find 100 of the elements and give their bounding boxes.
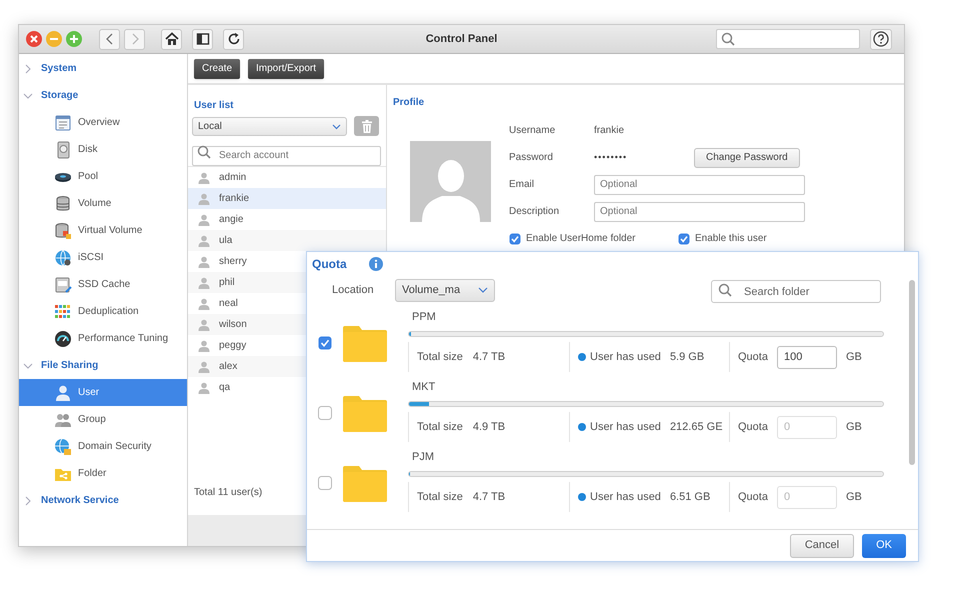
- stat-label: User has used: [590, 490, 661, 505]
- user-row[interactable]: admin: [188, 167, 386, 188]
- stat-label: Quota: [738, 420, 768, 435]
- sidebar-item[interactable]: Disk: [19, 136, 187, 163]
- window-title: Control Panel: [426, 32, 498, 47]
- change-password-button[interactable]: Change Password: [694, 148, 800, 168]
- ssd-icon: [54, 276, 72, 294]
- sidebar-item[interactable]: SSD Cache: [19, 271, 187, 298]
- unit-label: GB: [846, 420, 862, 435]
- dot-icon: [578, 353, 586, 361]
- user-row[interactable]: ula: [188, 230, 386, 251]
- folder-name: PPM: [411, 310, 437, 323]
- folder-icon: [343, 394, 387, 432]
- stat-label: Total size: [417, 350, 463, 365]
- gauge-icon: [54, 330, 72, 348]
- filter-dropdown[interactable]: Local: [192, 116, 347, 136]
- search-field[interactable]: Search account: [192, 146, 381, 166]
- checkbox-label: Enable UserHome folder: [526, 232, 636, 246]
- user-icon: [198, 256, 210, 268]
- total-count: Total 11 user(s): [193, 486, 264, 500]
- search-field[interactable]: [716, 29, 860, 49]
- search-field[interactable]: Search folder: [711, 280, 881, 303]
- folder-icon: [343, 464, 387, 502]
- chevron-down-icon: [478, 285, 488, 295]
- checkbox[interactable]: [318, 336, 332, 350]
- user-row[interactable]: qa: [188, 377, 386, 398]
- field-label: Description: [509, 205, 560, 219]
- user-icon: [198, 214, 210, 226]
- refresh-icon: [226, 32, 240, 46]
- color-grid-icon: [54, 302, 72, 320]
- toolbar-button[interactable]: Import/Export: [248, 58, 324, 78]
- ok-button[interactable]: OK: [862, 534, 906, 558]
- minimize-icon: [45, 30, 63, 48]
- user-icon: [198, 360, 210, 372]
- sidebar-item[interactable]: Group: [19, 406, 187, 433]
- sidebar-item[interactable]: Virtual Volume: [19, 217, 187, 244]
- search-icon: [718, 282, 733, 298]
- stat-value: 5.9 GB: [670, 350, 704, 365]
- home-button[interactable]: [161, 28, 182, 50]
- user-icon: [198, 340, 210, 352]
- chevron-down-icon: [23, 90, 33, 100]
- overview-icon: [54, 114, 72, 132]
- maximize-icon: [65, 30, 83, 48]
- info-icon: [368, 257, 383, 271]
- field-label: Email: [509, 178, 536, 192]
- input-field[interactable]: Optional: [594, 202, 805, 222]
- input-field[interactable]: Optional: [594, 174, 805, 194]
- sidebar-group[interactable]: Network Service: [19, 487, 187, 514]
- quota-field[interactable]: 100: [776, 346, 837, 368]
- sidebar-item[interactable]: Volume: [19, 190, 187, 217]
- sidebar-group[interactable]: File Sharing: [19, 352, 187, 379]
- stat-label: Quota: [738, 490, 768, 505]
- checkbox[interactable]: [318, 476, 332, 490]
- stat-label: Quota: [738, 350, 768, 365]
- sidebar-item[interactable]: iSCSI: [19, 244, 187, 271]
- username-value: frankie: [594, 124, 624, 138]
- checkbox[interactable]: [678, 232, 690, 244]
- sidebar-group[interactable]: System: [19, 55, 187, 82]
- user-icon: [198, 192, 210, 204]
- checkbox[interactable]: [509, 232, 521, 244]
- refresh-button[interactable]: [223, 28, 244, 50]
- delete-button[interactable]: [354, 116, 379, 136]
- sidebar-item[interactable]: Overview: [19, 109, 187, 136]
- dot-icon: [578, 423, 586, 431]
- sidebar-item[interactable]: Performance Tuning: [19, 325, 187, 352]
- user-icon: [198, 172, 210, 184]
- checkbox[interactable]: [318, 406, 332, 420]
- field-label: Username: [509, 124, 556, 138]
- sidebar-item[interactable]: User: [19, 379, 187, 406]
- user-row[interactable]: angie: [188, 209, 386, 230]
- dot-icon: [578, 493, 586, 501]
- stat-value: 4.9 TB: [472, 420, 506, 435]
- globe-icon: [54, 248, 72, 266]
- home-icon: [164, 32, 178, 46]
- chevron-right-icon: [23, 496, 33, 506]
- help-button[interactable]: [870, 28, 892, 50]
- section-title: User list: [194, 99, 234, 112]
- sidebar-group[interactable]: Storage: [19, 82, 187, 109]
- sidebar-item[interactable]: Deduplication: [19, 298, 187, 325]
- close-icon: [25, 30, 43, 48]
- sidebar-item[interactable]: Domain Security: [19, 433, 187, 460]
- chevron-right-icon: [23, 64, 33, 74]
- sidebar-item[interactable]: Pool: [19, 163, 187, 190]
- user-row[interactable]: frankie: [188, 188, 386, 209]
- scrollbar[interactable]: [909, 280, 915, 465]
- toolbar-button[interactable]: Create: [194, 58, 240, 78]
- help-icon: [873, 31, 889, 47]
- sidebar-item[interactable]: Folder: [19, 460, 187, 487]
- stat-label: User has used: [590, 420, 661, 435]
- user-icon: [198, 318, 210, 330]
- database-icon: [54, 222, 72, 240]
- globe-icon: [54, 438, 72, 456]
- user-icon: [198, 382, 210, 394]
- search-icon: [721, 32, 735, 46]
- cancel-button[interactable]: Cancel: [790, 534, 854, 558]
- sidebar-toggle-button[interactable]: [192, 28, 213, 50]
- back-button[interactable]: [99, 28, 120, 50]
- location-dropdown[interactable]: Volume_ma: [395, 278, 495, 302]
- user-row[interactable]: peggy: [188, 335, 386, 356]
- sidebar-toggle-icon: [196, 32, 210, 46]
